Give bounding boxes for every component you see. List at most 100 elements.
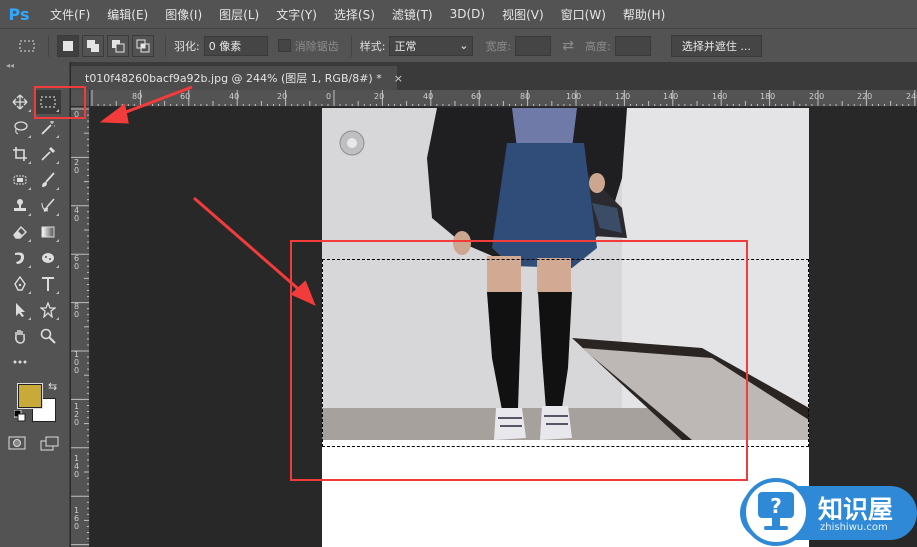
ruler-label: 220 xyxy=(857,92,873,101)
eraser-tool[interactable] xyxy=(7,220,33,244)
antialias-checkbox[interactable] xyxy=(277,39,291,52)
lasso-icon xyxy=(14,121,28,135)
feather-input[interactable]: 0 像素 xyxy=(203,35,268,56)
width-input[interactable] xyxy=(515,35,552,56)
magic-wand-tool[interactable] xyxy=(35,116,61,140)
watermark-badge: ? xyxy=(742,478,810,546)
watermark-subtitle: zhishiwu.com xyxy=(820,522,888,533)
tools-panel: ◂◂ ⇆ xyxy=(0,62,70,547)
shape-icon xyxy=(40,302,56,318)
zoom-tool[interactable] xyxy=(35,324,61,348)
type-tool[interactable] xyxy=(35,272,61,296)
ruler-label: 60 xyxy=(180,92,191,101)
ruler-label: 120 xyxy=(615,92,631,101)
panel-collapse-icon[interactable]: ◂◂ xyxy=(0,62,69,70)
menu-edit[interactable]: 编辑(E) xyxy=(107,6,148,23)
menu-help[interactable]: 帮助(H) xyxy=(623,6,665,23)
brush-tool[interactable] xyxy=(35,168,61,192)
height-label: 高度: xyxy=(585,39,611,53)
ruler-label: 80 xyxy=(132,92,143,101)
pen-icon xyxy=(14,276,26,291)
svg-text:?: ? xyxy=(770,494,782,518)
ruler-label: 1 4 0 xyxy=(74,454,80,479)
gradient-tool[interactable] xyxy=(35,220,61,244)
bandage-icon xyxy=(13,175,27,185)
close-icon[interactable]: × xyxy=(394,72,403,85)
swap-colors-icon[interactable]: ⇆ xyxy=(48,380,57,393)
lasso-tool[interactable] xyxy=(7,116,33,140)
hand-tool[interactable] xyxy=(7,324,33,348)
clone-stamp-tool[interactable] xyxy=(7,194,33,218)
custom-shape-tool[interactable] xyxy=(35,298,61,322)
screen-mode-icon[interactable] xyxy=(40,436,60,452)
ruler-label: 160 xyxy=(712,92,728,101)
subtract-from-selection-button[interactable] xyxy=(107,34,129,57)
tool-grid xyxy=(7,90,65,376)
select-and-mask-button[interactable]: 选择并遮住 ... xyxy=(670,34,762,57)
stamp-icon xyxy=(14,199,26,211)
move-tool[interactable] xyxy=(7,90,33,114)
brush-icon xyxy=(42,172,55,187)
quick-mask-icon[interactable] xyxy=(8,436,26,450)
document-tab[interactable]: t010f48260bacf9a92b.jpg @ 244% (图层 1, RG… xyxy=(71,66,403,90)
move-icon xyxy=(12,94,28,110)
intersect-selection-button[interactable] xyxy=(132,34,154,57)
style-label: 样式: xyxy=(359,39,386,53)
separator xyxy=(165,34,166,57)
crop-tool[interactable] xyxy=(7,142,33,166)
hand-icon xyxy=(15,330,25,344)
menu-select[interactable]: 选择(S) xyxy=(334,6,375,23)
annotation-highlight-box xyxy=(290,240,748,481)
menu-type[interactable]: 文字(Y) xyxy=(276,6,317,23)
watermark: ? 知识屋 zhishiwu.com xyxy=(740,470,917,547)
menu-bar: Ps 文件(F) 编辑(E) 图像(I) 图层(L) 文字(Y) 选择(S) 滤… xyxy=(0,0,917,28)
vertical-ruler[interactable]: 0 2 0 4 0 6 0 8 0 1 0 0 1 2 0 1 4 0 1 6 … xyxy=(71,107,90,547)
swap-width-height-icon[interactable]: ⇄ xyxy=(557,35,579,57)
default-colors-icon[interactable] xyxy=(14,410,26,422)
menu-filter[interactable]: 滤镜(T) xyxy=(392,6,433,23)
ruler-label: 200 xyxy=(809,92,825,101)
add-to-selection-button[interactable] xyxy=(82,34,104,57)
pen-tool[interactable] xyxy=(7,272,33,296)
ruler-label: 180 xyxy=(760,92,776,101)
menu-window[interactable]: 窗口(W) xyxy=(561,6,606,23)
eyedropper-tool[interactable] xyxy=(35,142,61,166)
spot-healing-tool[interactable] xyxy=(7,168,33,192)
separator xyxy=(48,34,49,57)
menu-3d[interactable]: 3D(D) xyxy=(450,7,485,21)
sponge-icon xyxy=(42,253,54,263)
height-input[interactable] xyxy=(614,35,651,56)
subtract-selection-icon xyxy=(112,39,125,52)
menu-view[interactable]: 视图(V) xyxy=(502,6,544,23)
bottom-tools xyxy=(8,436,60,452)
ruler-label: 0 xyxy=(326,92,332,101)
menu-layer[interactable]: 图层(L) xyxy=(219,6,259,23)
dodge-tool[interactable] xyxy=(35,246,61,270)
ruler-label: 2 0 xyxy=(74,158,80,175)
horizontal-ruler[interactable]: 80 60 40 20 0 20 40 60 80 100 120 140 16… xyxy=(90,90,917,107)
new-selection-button[interactable] xyxy=(57,34,79,57)
blur-tool[interactable] xyxy=(7,246,33,270)
type-icon xyxy=(42,277,54,291)
add-selection-icon xyxy=(87,39,99,52)
more-icon xyxy=(13,360,27,364)
ruler-label: 1 2 0 xyxy=(74,402,80,427)
edit-toolbar-button[interactable] xyxy=(7,350,33,374)
eraser-icon xyxy=(13,225,27,239)
separator xyxy=(350,34,352,57)
foreground-color-swatch[interactable] xyxy=(17,383,43,409)
options-bar: 羽化: 0 像素 消除锯齿 样式: 正常 ⌄ 宽度: ⇄ 高度: 选择并遮住 .… xyxy=(0,28,917,62)
document-title: t010f48260bacf9a92b.jpg @ 244% (图层 1, RG… xyxy=(85,72,382,85)
crop-icon xyxy=(13,147,27,161)
photoshop-logo: Ps xyxy=(8,4,30,24)
width-label: 宽度: xyxy=(485,39,512,53)
ruler-label: 6 0 xyxy=(74,254,80,271)
history-brush-tool[interactable] xyxy=(35,194,61,218)
menu-image[interactable]: 图像(I) xyxy=(165,6,202,23)
ruler-label: 4 0 xyxy=(74,206,80,223)
style-select[interactable]: 正常 ⌄ xyxy=(389,35,474,56)
tool-preset-picker[interactable] xyxy=(18,35,40,57)
blur-icon xyxy=(15,252,25,264)
menu-file[interactable]: 文件(F) xyxy=(50,6,90,23)
path-selection-tool[interactable] xyxy=(7,298,33,322)
